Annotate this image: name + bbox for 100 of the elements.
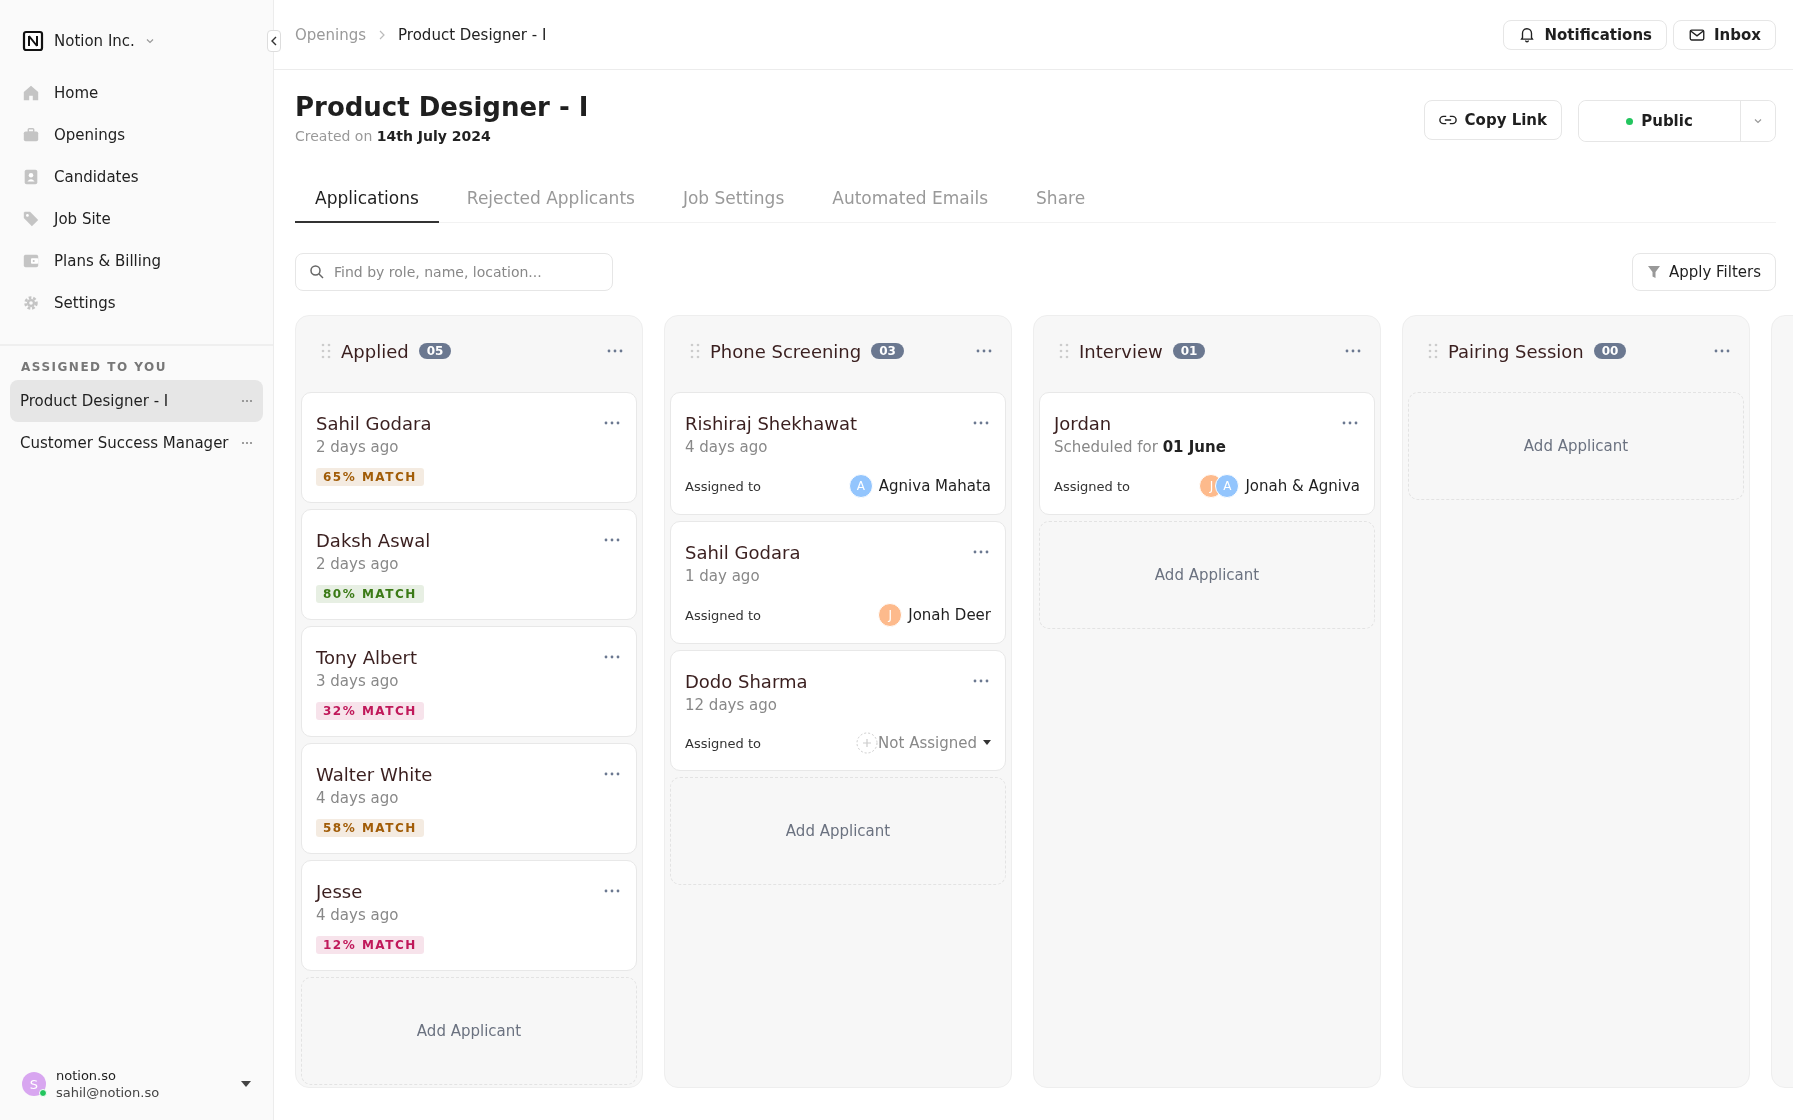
applicant-card[interactable]: Sahil Godara 1 day ago Assigned to J Jonah Deer: [670, 521, 1006, 644]
assignee-dropdown[interactable]: Not Assigned: [878, 734, 991, 752]
applicant-date: 12 days ago: [685, 696, 777, 714]
user-name: notion.so: [56, 1068, 117, 1083]
add-applicant-button[interactable]: Add Applicant: [1408, 392, 1744, 500]
applicant-card[interactable]: Rishiraj Shekhawat 4 days ago Assigned to A Agniva Mahata: [670, 392, 1006, 515]
match-tag: 58% MATCH: [316, 819, 424, 837]
sidebar-item[interactable]: Openings: [10, 114, 263, 156]
avatar: A: [1215, 474, 1240, 498]
applicant-card[interactable]: Jesse 4 days ago 12% MATCH: [301, 860, 637, 971]
assigned-opening-item[interactable]: Product Designer - I: [10, 380, 263, 422]
chevron-right-icon: [378, 29, 387, 40]
applicant-card[interactable]: Jordan Scheduled for 01 June Assigned to J A Jonah & Agniva: [1039, 392, 1375, 515]
notifications-button[interactable]: Notifications: [1503, 19, 1667, 50]
sidebar-item[interactable]: Candidates: [10, 156, 263, 198]
sidebar-item[interactable]: Job Site: [10, 198, 263, 240]
match-tag: 12% MATCH: [316, 936, 424, 954]
assignee-name: Jonah & Agniva: [1245, 477, 1360, 495]
chevron-down-icon: [1753, 116, 1763, 126]
drag-handle-icon[interactable]: [1428, 343, 1438, 359]
created-date: Created on 14th July 2024: [295, 128, 492, 144]
tag-icon: [22, 210, 40, 228]
count-badge: 05: [418, 343, 452, 359]
applicant-date: 2 days ago: [316, 555, 399, 573]
status-dot: [1626, 117, 1634, 125]
applicant-name: Jordan: [1054, 413, 1112, 434]
caret-icon[interactable]: [241, 1080, 251, 1088]
sidebar-item-label: Candidates: [54, 168, 139, 186]
sidebar-item-label: Plans & Billing: [54, 252, 161, 270]
chevron-left-icon: [270, 36, 278, 46]
chevron-down-icon[interactable]: [144, 36, 155, 46]
applicant-card[interactable]: Daksh Aswal 2 days ago 80% MATCH: [301, 509, 637, 620]
match-tag: 32% MATCH: [316, 702, 424, 720]
applicant-name: Dodo Sharma: [685, 671, 808, 692]
column-title: Phone Screening: [710, 340, 862, 362]
drag-handle-icon[interactable]: [1059, 343, 1069, 359]
applicant-date: 1 day ago: [685, 567, 760, 585]
applicant-name: Rishiraj Shekhawat: [685, 413, 858, 434]
opening-name: Product Designer - I: [20, 392, 169, 410]
applicant-date: 4 days ago: [685, 438, 768, 456]
workspace-logo-icon: [22, 30, 44, 52]
applicant-card[interactable]: Dodo Sharma 12 days ago Assigned to Not Assigned: [670, 650, 1006, 771]
more-options-icon[interactable]: [241, 441, 253, 445]
breadcrumb-link[interactable]: Product Designer - I: [398, 25, 547, 44]
briefcase-icon: [22, 126, 40, 144]
drag-handle-icon[interactable]: [321, 343, 331, 359]
applicant-date: 4 days ago: [316, 906, 399, 924]
assignee-name: Agniva Mahata: [878, 477, 991, 495]
assigned-label: Assigned to: [685, 735, 762, 751]
applicant-date: 3 days ago: [316, 672, 399, 690]
assigned-opening-item[interactable]: Customer Success Manager: [10, 422, 263, 464]
filter-icon: [1646, 265, 1661, 279]
caret-icon: [983, 740, 991, 746]
add-applicant-button[interactable]: Add Applicant: [1039, 521, 1375, 629]
opening-name: Customer Success Manager: [20, 434, 229, 452]
assigned-label: Assigned to: [685, 607, 762, 623]
add-applicant-button[interactable]: Add Applicant: [670, 777, 1006, 885]
drag-handle-icon[interactable]: [690, 343, 700, 359]
avatar: A: [848, 474, 873, 498]
count-badge: 01: [1172, 343, 1206, 359]
sidebar-item[interactable]: Plans & Billing: [10, 240, 263, 282]
applicant-date: 2 days ago: [316, 438, 399, 456]
section-heading: ASSIGNED TO YOU: [20, 360, 168, 376]
count-badge: 00: [1593, 343, 1627, 359]
sidebar-item-label: Job Site: [54, 210, 111, 228]
column-title: Pairing Session: [1448, 340, 1584, 362]
sidebar-item-label: Settings: [54, 294, 116, 312]
applicant-date: 4 days ago: [316, 789, 399, 807]
sidebar-item[interactable]: Home: [10, 72, 263, 114]
avatar: J: [878, 603, 903, 627]
add-applicant-button[interactable]: Add Applicant: [301, 977, 637, 1085]
applicant-name: Sahil Godara: [685, 542, 801, 563]
page-title: Product Designer - I: [295, 92, 590, 122]
assigned-label: Assigned to: [685, 478, 762, 494]
match-tag: 65% MATCH: [316, 468, 424, 486]
sidebar-item-label: Openings: [54, 126, 126, 144]
applicant-date: Scheduled for 01 June: [1054, 438, 1226, 456]
visibility-button[interactable]: Public: [1579, 101, 1741, 141]
applicant-card[interactable]: Sahil Godara 2 days ago 65% MATCH: [301, 392, 637, 503]
applicant-name: Sahil Godara: [316, 413, 432, 434]
count-badge: 03: [871, 343, 904, 359]
sidebar-item[interactable]: Settings: [10, 282, 263, 324]
apply-filters-button[interactable]: Apply Filters: [1631, 253, 1776, 291]
match-tag: 80% MATCH: [316, 585, 424, 603]
workspace-name[interactable]: Notion Inc.: [54, 32, 135, 50]
applicant-name: Daksh Aswal: [316, 530, 431, 551]
search-field[interactable]: Find by role, name, location...: [295, 253, 613, 291]
applicant-name: Jesse: [316, 881, 363, 902]
tab[interactable]: Applications: [295, 178, 439, 223]
collapse-sidebar-button[interactable]: [267, 30, 281, 52]
inbox-button[interactable]: Inbox: [1673, 19, 1776, 50]
wallet-icon: [22, 252, 40, 270]
column-title: Applied: [341, 340, 409, 362]
more-options-icon[interactable]: [241, 399, 253, 403]
applicant-card[interactable]: Tony Albert 3 days ago 32% MATCH: [301, 626, 637, 737]
copy-link-button[interactable]: Copy Link: [1423, 100, 1562, 140]
applicant-card[interactable]: Walter White 4 days ago 58% MATCH: [301, 743, 637, 854]
id-badge-icon: [22, 168, 40, 186]
user-avatar: S: [22, 1072, 46, 1096]
bell-icon: [1518, 25, 1537, 44]
